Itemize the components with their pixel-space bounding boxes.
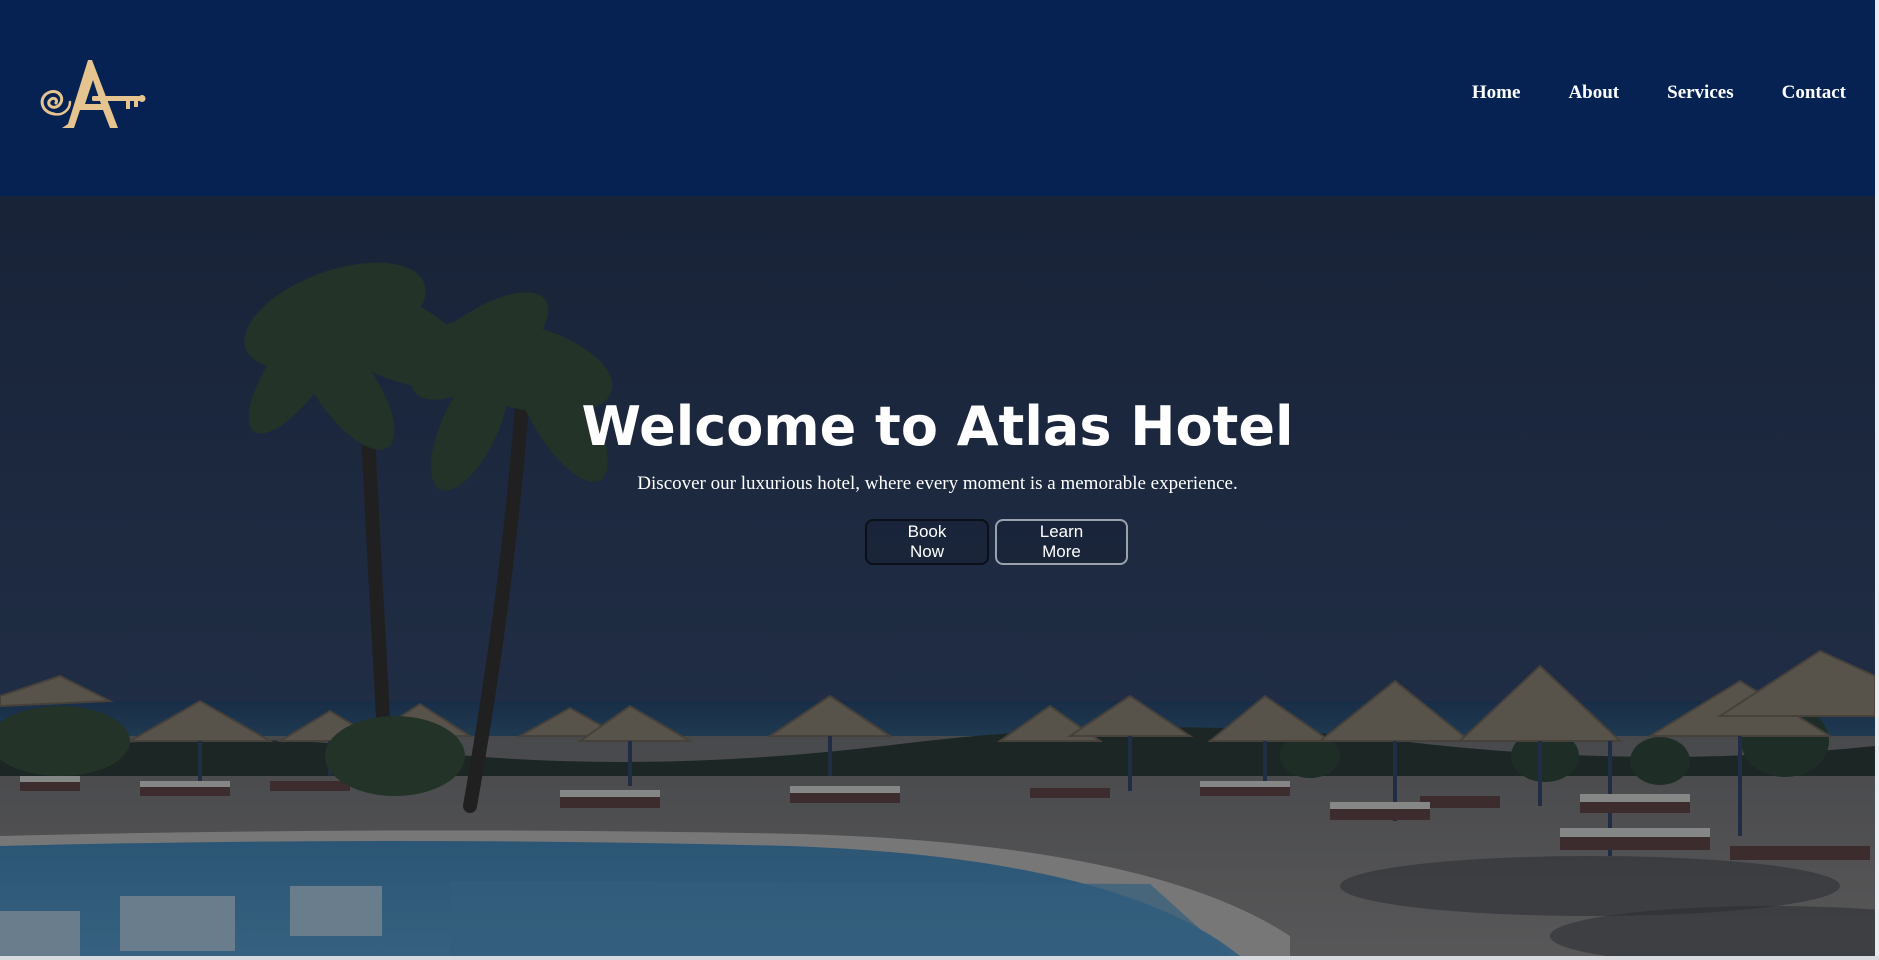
learn-more-button[interactable]: Learn More [995, 519, 1128, 565]
hero-title: Welcome to Atlas Hotel [581, 395, 1294, 458]
hero-dark-overlay [0, 196, 1875, 956]
hero-subtitle: Discover our luxurious hotel, where ever… [637, 473, 1238, 494]
atlas-key-logo-icon [40, 60, 146, 128]
nav-home-link[interactable]: Home [1472, 81, 1521, 105]
nav-contact-link[interactable]: Contact [1782, 81, 1846, 105]
main-nav: Home About Services Contact [1472, 81, 1846, 105]
book-now-button[interactable]: Book Now [865, 519, 989, 565]
window-bottom-edge [0, 956, 1879, 960]
window-edge [1875, 0, 1879, 960]
logo-link[interactable] [36, 56, 146, 136]
nav-about-link[interactable]: About [1568, 81, 1619, 105]
nav-services-link[interactable]: Services [1667, 81, 1733, 105]
site-header: Home About Services Contact [0, 0, 1875, 196]
hero-buttons: Book Now Learn More [0, 519, 1875, 565]
page: Home About Services Contact Welcome to A… [0, 0, 1879, 960]
hero-section [0, 196, 1875, 956]
